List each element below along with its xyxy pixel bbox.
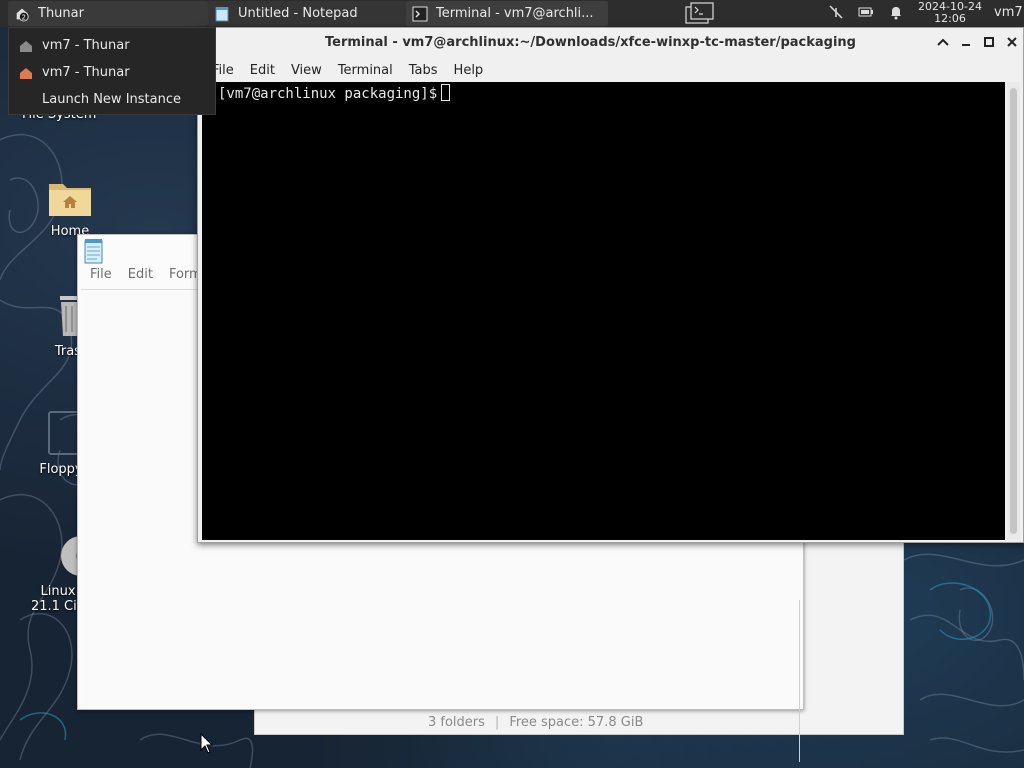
taskbar-group-menu: vm7 - Thunar vm7 - Thunar Launch New Ins… [8,27,216,115]
taskbar-label: Thunar [38,6,84,21]
status-folder-count: 3 folders [428,714,485,730]
thunar-icon: 2 [16,8,29,22]
terminal-cursor [441,84,451,101]
bell-icon[interactable] [888,4,904,20]
terminal-prompt: [vm7@archlinux packaging]$ [218,86,438,102]
notepad-icon [215,6,229,21]
taskbar-notepad[interactable]: Untitled - Notepad [208,1,406,26]
terminal-titlebar[interactable]: Terminal - vm7@archlinux:~/Downloads/xfc… [198,28,1023,58]
status-free-space: Free space: 57.8 GiB [509,714,644,730]
terminal-title: Terminal - vm7@archlinux:~/Downloads/xfc… [325,35,856,50]
terminal-menu-terminal[interactable]: Terminal [338,63,393,78]
terminal-window[interactable]: Terminal - vm7@archlinux:~/Downloads/xfc… [197,27,1024,543]
terminal-output[interactable]: [vm7@archlinux packaging]$ [202,82,1005,540]
maximize-icon[interactable] [982,34,996,50]
terminal-menu-edit[interactable]: Edit [250,63,275,78]
menu-item-thunar-window-1[interactable]: vm7 - Thunar [9,32,215,59]
network-muted-icon[interactable] [828,4,844,20]
terminal-menu-help[interactable]: Help [454,63,484,78]
home-folder-icon [20,40,32,52]
window-controls [936,34,1019,50]
minimize-icon[interactable] [959,34,973,50]
chevron-up-icon[interactable] [936,34,950,50]
terminal-menubar: File Edit View Terminal Tabs Help [198,58,1023,82]
system-tray [828,4,904,20]
taskbar-label: Terminal - vm7@archli... [436,6,594,21]
clock[interactable]: 2024-10-24 12:06 [912,1,988,25]
menu-item-label: Launch New Instance [42,92,181,107]
terminal-scrollbar[interactable] [1007,82,1020,540]
taskbar-label: Untitled - Notepad [238,6,358,21]
clock-time: 12:06 [934,12,966,25]
terminal-switcher-icon [685,2,714,24]
thunar-statusbar: 3 folders | Free space: 57.8 GiB [255,710,903,734]
scrollbar-thumb[interactable] [1010,88,1017,534]
menu-item-label: vm7 - Thunar [42,38,130,53]
notepad-scrollbar-edge [799,600,800,762]
desktop-icon-home[interactable]: Home [35,178,105,239]
menu-item-label: vm7 - Thunar [42,65,130,80]
user-menu[interactable]: vm7 [994,5,1023,20]
show-desktop-button[interactable] [683,1,717,26]
status-separator: | [494,714,500,730]
optical-disc-icon [61,536,101,576]
floppy-icon [48,411,80,455]
notepad-menu-edit[interactable]: Edit [128,267,153,287]
top-panel: 2 Thunar Untitled - Notepad Terminal - v… [0,0,1024,27]
window-count-badge: 2 [22,12,27,21]
terminal-prompt-line: [vm7@archlinux packaging]$ [218,84,451,102]
terminal-menu-view[interactable]: View [291,63,322,78]
menu-item-thunar-window-2[interactable]: vm7 - Thunar [9,59,215,86]
battery-icon[interactable] [858,4,874,20]
taskbar-terminal[interactable]: Terminal - vm7@archli... [406,1,608,26]
notepad-icon [84,239,103,264]
taskbar-thunar-group[interactable]: 2 Thunar [8,1,208,26]
notepad-menu-file[interactable]: File [90,267,112,287]
mouse-pointer-icon [200,733,214,754]
terminal-menu-tabs[interactable]: Tabs [409,63,438,78]
terminal-icon [412,6,428,21]
home-folder-icon [20,67,32,79]
menu-item-launch-new-instance[interactable]: Launch New Instance [9,86,215,113]
close-icon[interactable] [1005,34,1019,50]
home-folder-icon [49,184,91,216]
